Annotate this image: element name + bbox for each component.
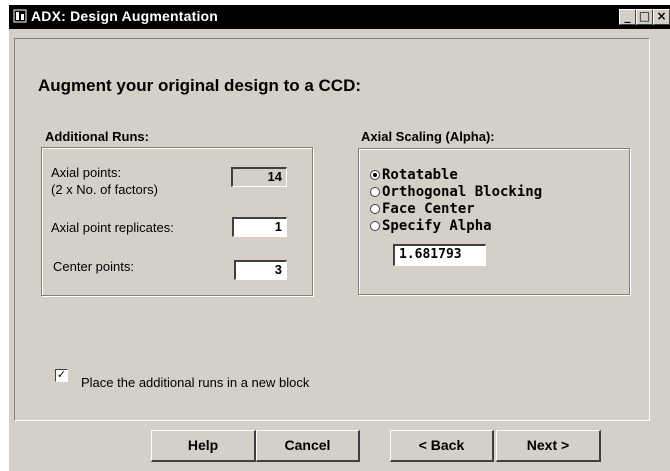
cancel-button[interactable]: Cancel	[256, 430, 360, 462]
axial-points-label: Axial points:	[51, 165, 122, 180]
radio-face-center-label: Face Center	[382, 201, 475, 217]
help-button[interactable]: Help	[151, 430, 256, 462]
new-block-checkbox[interactable]: ✓	[55, 369, 68, 382]
axial-points-sublabel: (2 x No. of factors)	[51, 182, 158, 197]
radio-orthogonal-blocking-label: Orthogonal Blocking	[382, 184, 543, 200]
page-heading: Augment your original design to a CCD:	[38, 76, 362, 95]
title-bar[interactable]: ADX: Design Augmentation _ □ ×	[9, 5, 670, 29]
window-title: ADX: Design Augmentation	[31, 8, 219, 24]
radio-rotatable-button[interactable]	[370, 170, 380, 180]
close-button[interactable]: ×	[653, 9, 670, 25]
radio-face-center-button[interactable]	[370, 204, 380, 214]
center-points-label: Center points:	[53, 259, 134, 274]
back-button[interactable]: < Back	[390, 430, 494, 462]
new-block-label: Place the additional runs in a new block	[81, 375, 310, 390]
axial-scaling-title: Axial Scaling (Alpha):	[361, 129, 495, 144]
axial-replicates-label: Axial point replicates:	[51, 220, 174, 235]
app-icon	[13, 9, 27, 23]
maximize-button[interactable]: □	[636, 9, 653, 25]
next-button[interactable]: Next >	[496, 430, 601, 462]
axial-replicates-input[interactable]: 1	[232, 217, 287, 237]
minimize-button[interactable]: _	[619, 9, 636, 25]
radio-orthogonal-blocking-button[interactable]	[370, 187, 380, 197]
alpha-value-input[interactable]: 1.681793	[393, 244, 486, 266]
radio-selected-dot	[373, 173, 377, 177]
radio-rotatable-label: Rotatable	[382, 167, 458, 183]
radio-specify-alpha-button[interactable]	[370, 221, 380, 231]
additional-runs-title: Additional Runs:	[45, 129, 149, 144]
radio-specify-alpha-label: Specify Alpha	[382, 218, 492, 234]
axial-points-field: 14	[231, 167, 287, 187]
center-points-input[interactable]: 3	[234, 260, 287, 280]
